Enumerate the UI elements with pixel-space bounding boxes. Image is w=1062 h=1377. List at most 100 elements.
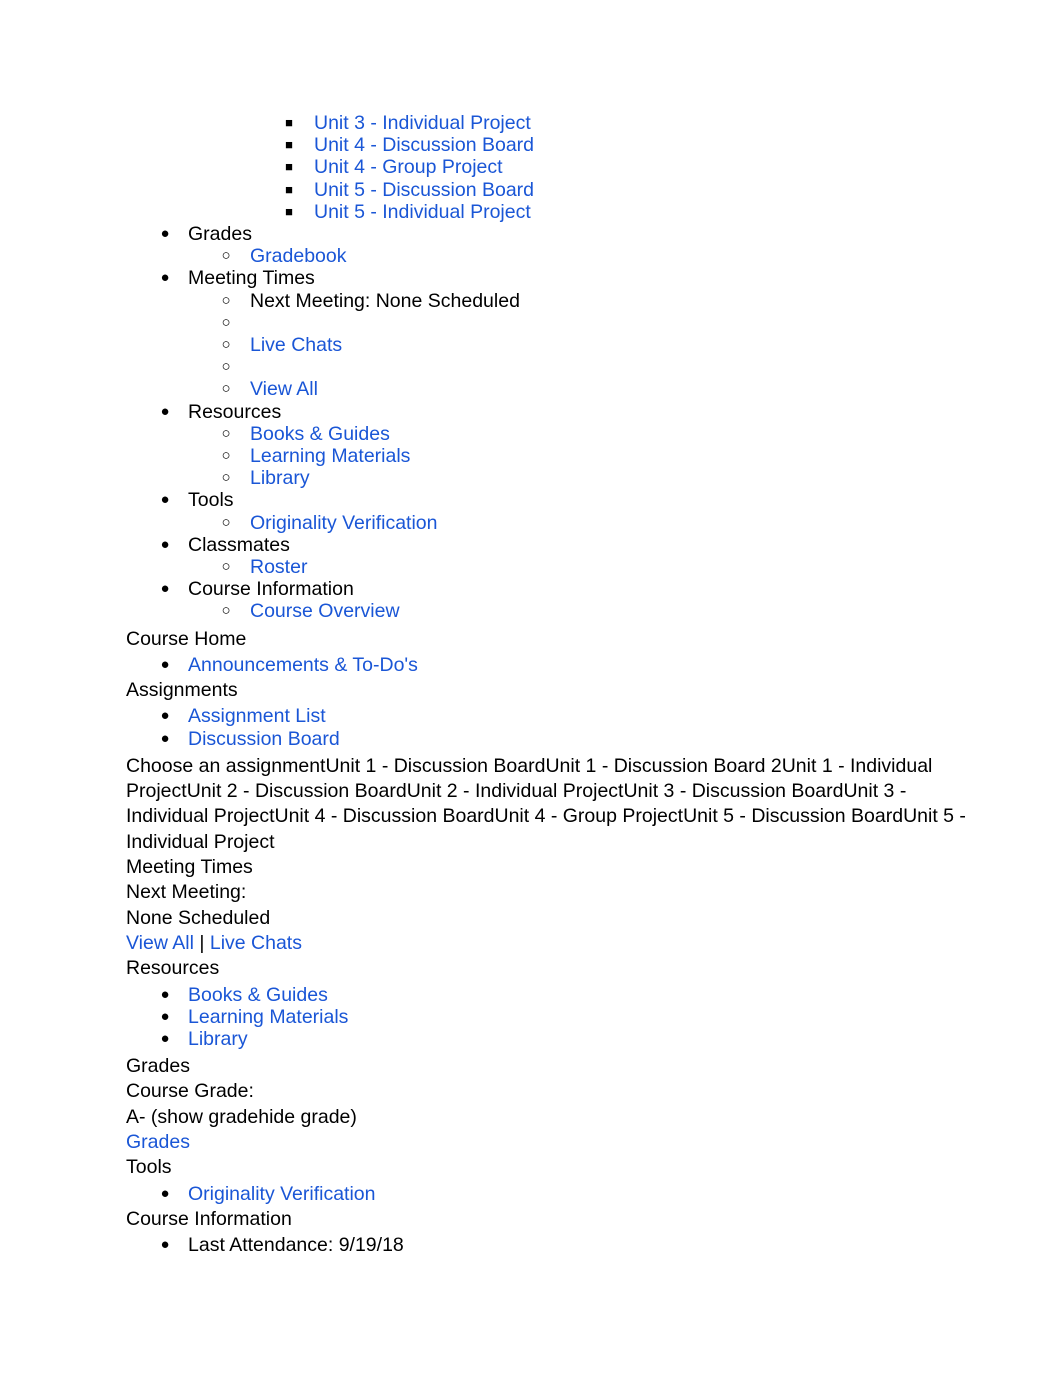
link-books-and-guides[interactable]: Books & Guides (250, 423, 390, 445)
list-item-empty: ○ (126, 312, 966, 334)
link-live-chats[interactable]: Live Chats (210, 932, 302, 954)
link-unit5-individual-project[interactable]: Unit 5 - Individual Project (314, 201, 531, 223)
list-item[interactable]: ○ Live Chats (126, 334, 966, 356)
link-unit5-discussion-board[interactable]: Unit 5 - Discussion Board (314, 179, 534, 201)
list-item: ○ Next Meeting: None Scheduled (126, 290, 966, 312)
link-separator: | (193, 931, 210, 954)
circle-bullet-icon: ○ (221, 380, 231, 398)
link-books-and-guides[interactable]: Books & Guides (188, 984, 328, 1006)
list-item[interactable]: ■ Unit 5 - Individual Project (126, 201, 966, 223)
list-item: ● Course Information (126, 578, 966, 600)
link-learning-materials[interactable]: Learning Materials (250, 445, 410, 467)
list-item[interactable]: ○ Originality Verification (126, 512, 966, 534)
link-unit3-individual-project[interactable]: Unit 3 - Individual Project (314, 112, 531, 134)
link-gradebook[interactable]: Gradebook (250, 245, 346, 267)
link-announcements-todos[interactable]: Announcements & To-Do's (188, 654, 418, 676)
list-item[interactable]: ○ View All (126, 378, 966, 400)
list-item[interactable]: ● Discussion Board (126, 728, 966, 750)
link-grades[interactable]: Grades (126, 1131, 190, 1153)
circle-bullet-icon: ○ (221, 336, 231, 354)
link-assignment-list[interactable]: Assignment List (188, 705, 326, 727)
link-grades-row[interactable]: Grades (126, 1130, 966, 1155)
link-discussion-board[interactable]: Discussion Board (188, 728, 340, 750)
link-live-chats[interactable]: Live Chats (250, 334, 342, 356)
link-originality-verification[interactable]: Originality Verification (188, 1183, 376, 1205)
disc-bullet-icon: ● (160, 225, 170, 243)
disc-bullet-icon: ● (160, 491, 170, 509)
list-item[interactable]: ○ Books & Guides (126, 423, 966, 445)
nav-heading-classmates: Classmates (188, 533, 290, 556)
next-meeting-status: Next Meeting: None Scheduled (250, 289, 520, 312)
circle-bullet-icon: ○ (221, 469, 231, 487)
heading-course-home: Course Home (126, 627, 247, 650)
disc-bullet-icon: ● (160, 1007, 170, 1025)
label-course-grade: Course Grade: (126, 1080, 254, 1103)
list-item[interactable]: ○ Gradebook (126, 245, 966, 267)
list-item[interactable]: ○ Library (126, 467, 966, 489)
list-item[interactable]: ● Learning Materials (126, 1006, 966, 1028)
list-item[interactable]: ● Announcements & To-Do's (126, 654, 966, 676)
label-next-meeting: Next Meeting: (126, 881, 247, 904)
heading-meeting-times: Meeting Times (126, 856, 253, 879)
nav-section-meeting-times: ● Meeting Times (126, 267, 966, 289)
square-bullet-icon: ■ (285, 115, 293, 130)
link-library[interactable]: Library (250, 467, 310, 489)
nav-section-tools: ● Tools (126, 489, 966, 511)
nav-subitems-meeting-times: ○ Next Meeting: None Scheduled ○ ○ Live … (126, 290, 966, 401)
link-view-all[interactable]: View All (250, 378, 318, 400)
disc-bullet-icon: ● (160, 535, 170, 553)
list-item[interactable]: ○ Roster (126, 556, 966, 578)
disc-bullet-icon: ● (160, 580, 170, 598)
link-unit4-group-project[interactable]: Unit 4 - Group Project (314, 156, 503, 178)
document-page: ■ Unit 3 - Individual Project ■ Unit 4 -… (0, 0, 1062, 1377)
link-unit4-discussion-board[interactable]: Unit 4 - Discussion Board (314, 134, 534, 156)
list-item[interactable]: ● Library (126, 1028, 966, 1050)
circle-bullet-icon: ○ (221, 602, 231, 620)
assignment-select-options-text[interactable]: Choose an assignmentUnit 1 - Discussion … (126, 754, 966, 855)
link-roster[interactable]: Roster (250, 556, 307, 578)
list-item[interactable]: ○ Course Overview (126, 600, 966, 622)
circle-bullet-icon: ○ (221, 513, 231, 531)
heading-course-information: Course Information (126, 1207, 292, 1230)
list-item[interactable]: ● Originality Verification (126, 1183, 966, 1205)
circle-bullet-icon: ○ (221, 358, 231, 376)
nav-subitems-resources: ○ Books & Guides ○ Learning Materials ○ … (126, 423, 966, 490)
list-item[interactable]: ■ Unit 4 - Discussion Board (126, 134, 966, 156)
link-learning-materials[interactable]: Learning Materials (188, 1006, 348, 1028)
nav-section-course-information: ● Course Information (126, 578, 966, 600)
square-bullet-icon: ■ (285, 203, 293, 219)
list-item: ● Last Attendance: 9/19/18 (126, 1234, 966, 1256)
list-item[interactable]: ● Assignment List (126, 705, 966, 727)
square-bullet-icon: ■ (285, 137, 293, 153)
circle-bullet-icon: ○ (221, 447, 231, 465)
link-view-all[interactable]: View All (126, 932, 194, 954)
value-next-meeting: None Scheduled (126, 906, 271, 929)
list-item: ● Resources (126, 401, 966, 423)
list-item[interactable]: ○ Learning Materials (126, 445, 966, 467)
nav-subitems-classmates: ○ Roster (126, 556, 966, 578)
disc-bullet-icon: ● (160, 402, 170, 420)
list-item[interactable]: ■ Unit 4 - Group Project (126, 156, 966, 178)
value-course-grade: A- (show gradehide grade) (126, 1105, 357, 1128)
heading-assignments: Assignments (126, 679, 238, 702)
list-item: ● Meeting Times (126, 267, 966, 289)
nav-subitems-course-information: ○ Course Overview (126, 600, 966, 622)
link-course-overview[interactable]: Course Overview (250, 600, 400, 622)
assignment-sublink-list: ■ Unit 3 - Individual Project ■ Unit 4 -… (126, 112, 966, 223)
nav-section-resources: ● Resources (126, 401, 966, 423)
list-item[interactable]: ● Books & Guides (126, 984, 966, 1006)
disc-bullet-icon: ● (160, 269, 170, 287)
circle-bullet-icon: ○ (221, 313, 231, 331)
disc-bullet-icon: ● (160, 707, 170, 725)
link-library[interactable]: Library (188, 1028, 248, 1050)
nav-heading-resources: Resources (188, 400, 282, 423)
circle-bullet-icon: ○ (221, 291, 231, 309)
disc-bullet-icon: ● (160, 985, 170, 1003)
list-item[interactable]: ■ Unit 3 - Individual Project (126, 112, 966, 134)
circle-bullet-icon: ○ (221, 424, 231, 442)
heading-resources: Resources (126, 957, 220, 980)
link-originality-verification[interactable]: Originality Verification (250, 512, 438, 534)
list-item[interactable]: ■ Unit 5 - Discussion Board (126, 179, 966, 201)
circle-bullet-icon: ○ (221, 247, 231, 265)
nav-subitems-grades: ○ Gradebook (126, 245, 966, 267)
